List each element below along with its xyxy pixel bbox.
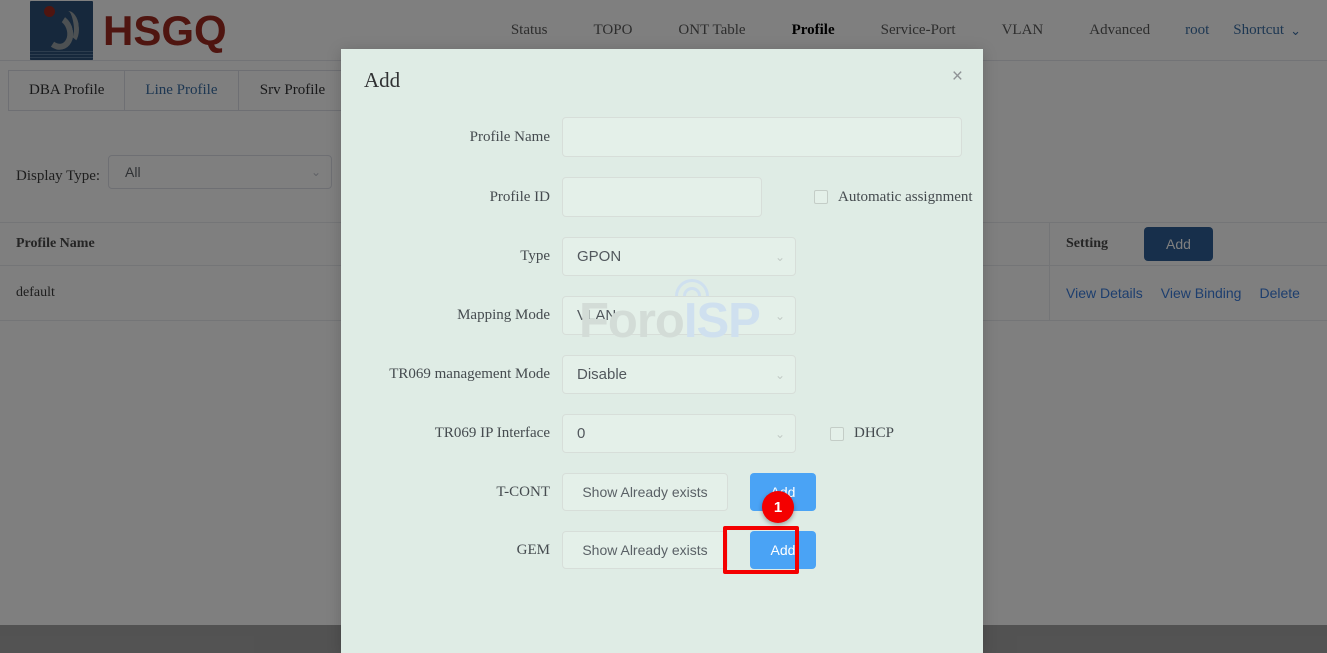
- gem-label: GEM: [516, 541, 550, 558]
- add-line-profile-dialog: Add × ForoISP Profile Name Profile ID Au…: [341, 49, 983, 653]
- add-profile-form: Profile Name Profile ID Automatic assign…: [341, 111, 983, 574]
- mapping-mode-select[interactable]: VLAN ⌄: [562, 296, 796, 335]
- dhcp-checkbox[interactable]: [830, 426, 844, 441]
- chevron-down-icon: ⌄: [774, 426, 785, 441]
- tr069-ip-interface-label: TR069 IP Interface: [434, 425, 550, 441]
- mapping-mode-value: VLAN: [577, 307, 617, 324]
- tcont-label: T-CONT: [496, 483, 550, 500]
- tr069-ip-interface-value: 0: [577, 425, 586, 442]
- close-icon[interactable]: ×: [952, 67, 963, 86]
- mapping-mode-label: Mapping Mode: [457, 307, 550, 323]
- chevron-down-icon: ⌄: [774, 367, 785, 382]
- form-row-type: Type GPON ⌄: [341, 237, 983, 276]
- form-row-gem: GEM Show Already exists Add 1: [341, 491, 983, 574]
- dialog-title: Add: [364, 68, 401, 92]
- chevron-down-icon: ⌄: [774, 308, 785, 323]
- profile-id-label: Profile ID: [489, 188, 550, 205]
- form-row-tr069-management-mode: TR069 management Mode Disable ⌄: [341, 355, 983, 394]
- automatic-assignment-label: Automatic assignment: [838, 188, 973, 205]
- form-row-mapping-mode: Mapping Mode VLAN ⌄: [341, 296, 983, 335]
- automatic-assignment-checkbox[interactable]: [814, 190, 828, 204]
- tr069-management-mode-label: TR069 management Mode: [389, 366, 550, 382]
- automatic-assignment-checkbox-group[interactable]: Automatic assignment: [814, 189, 973, 206]
- dhcp-checkbox-group[interactable]: DHCP: [830, 425, 894, 442]
- type-value: GPON: [577, 248, 622, 265]
- tcont-show-existing-button[interactable]: Show Already exists: [562, 473, 728, 511]
- gem-add-button[interactable]: Add: [750, 531, 816, 569]
- annotation-step-badge: 1: [762, 491, 794, 523]
- gem-add-slot: Add 1: [723, 491, 816, 574]
- profile-name-label: Profile Name: [469, 128, 550, 145]
- gem-show-existing-button[interactable]: Show Already exists: [562, 531, 728, 569]
- dialog-header: Add ×: [341, 49, 983, 111]
- tr069-management-mode-select[interactable]: Disable ⌄: [562, 355, 796, 394]
- form-row-tr069-ip-interface: TR069 IP Interface 0 ⌄ DHCP: [341, 414, 983, 453]
- chevron-down-icon: ⌄: [774, 249, 785, 264]
- profile-name-input[interactable]: [562, 117, 962, 157]
- tr069-ip-interface-select[interactable]: 0 ⌄: [562, 414, 796, 453]
- form-row-profile-name: Profile Name: [341, 117, 983, 157]
- profile-id-input[interactable]: [562, 177, 762, 217]
- type-select[interactable]: GPON ⌄: [562, 237, 796, 276]
- form-row-tcont: T-CONT Show Already exists Add: [341, 473, 983, 511]
- type-label: Type: [520, 248, 550, 264]
- dhcp-label: DHCP: [854, 425, 895, 441]
- tr069-management-mode-value: Disable: [577, 366, 628, 383]
- form-row-profile-id: Profile ID Automatic assignment: [341, 177, 983, 217]
